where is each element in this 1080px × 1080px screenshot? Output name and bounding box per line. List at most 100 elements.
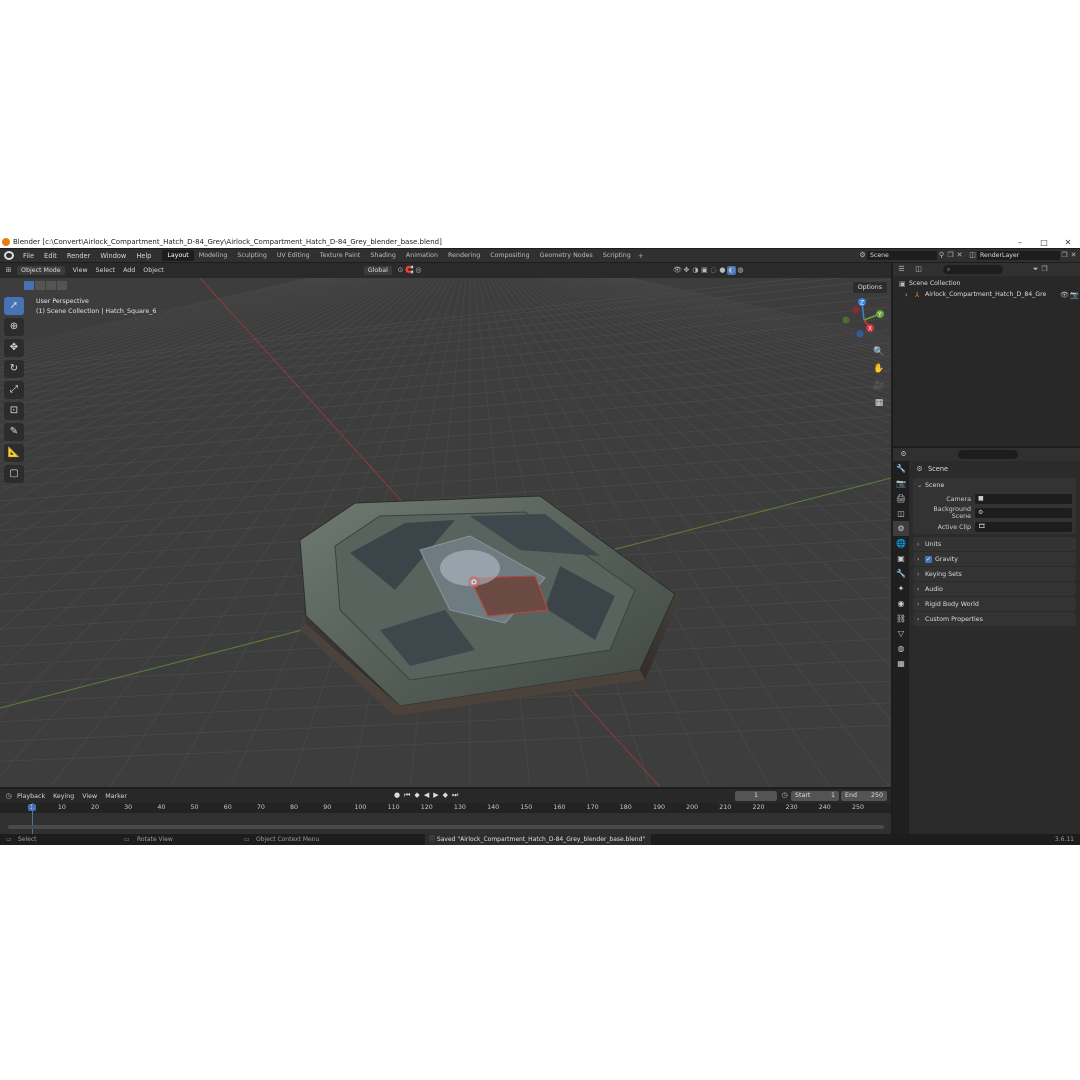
menu-edit[interactable]: Edit xyxy=(39,252,62,260)
timeline-menu-view[interactable]: View xyxy=(78,793,101,800)
scene-field[interactable]: Scene xyxy=(867,251,937,260)
timeline-menu-keying[interactable]: Keying xyxy=(49,793,78,800)
tab-rendering[interactable]: Rendering xyxy=(443,250,485,261)
menu-file[interactable]: File xyxy=(18,252,39,260)
tab-geometry-nodes[interactable]: Geometry Nodes xyxy=(535,250,598,261)
scene-panel-header[interactable]: ⌄ Scene xyxy=(913,478,1076,492)
start-frame-field[interactable]: Start 1 xyxy=(791,791,839,801)
outliner-row-object[interactable]: › ⅄ Airlock_Compartment_Hatch_D_84_Gre 👁… xyxy=(893,289,1080,300)
shading-material-icon[interactable]: ◐ xyxy=(726,266,736,275)
render-tab-icon[interactable]: 📷 xyxy=(893,476,909,491)
camera-view-icon[interactable]: 🎥 xyxy=(872,379,886,393)
pin-icon[interactable]: ⚲ xyxy=(937,251,946,260)
prev-keyframe-icon[interactable]: ◆ xyxy=(414,791,419,800)
delete-layer-icon[interactable]: ✕ xyxy=(1069,251,1078,260)
clock-icon[interactable]: ◷ xyxy=(780,791,789,800)
outliner-editor-icon[interactable]: ☰ xyxy=(897,265,906,274)
add-cube-tool-icon[interactable]: ▢ xyxy=(4,465,24,483)
play-icon[interactable]: ▶ xyxy=(433,791,438,800)
overlay-toggle-icon[interactable]: ◑ xyxy=(691,266,700,275)
new-layer-icon[interactable]: ❐ xyxy=(1060,251,1069,260)
pivot-icon[interactable]: ⊙ xyxy=(396,266,405,275)
tab-layout[interactable]: Layout xyxy=(162,250,194,261)
camera-field[interactable]: ■ xyxy=(975,494,1072,504)
gravity-checkbox[interactable]: ✓ xyxy=(925,555,932,563)
viewport-menu-view[interactable]: View xyxy=(69,267,92,274)
annotate-tool-icon[interactable]: ✎ xyxy=(4,423,24,441)
new-collection-icon[interactable]: ❐ xyxy=(1040,265,1049,274)
outliner-row-scene-collection[interactable]: ▣ Scene Collection xyxy=(893,278,1080,289)
xray-icon[interactable]: ▣ xyxy=(700,266,709,275)
tab-compositing[interactable]: Compositing xyxy=(485,250,534,261)
navigation-gizmo[interactable]: Z Y X xyxy=(840,296,888,344)
audio-panel[interactable]: › Audio xyxy=(913,582,1076,596)
viewport-menu-select[interactable]: Select xyxy=(92,267,119,274)
measure-tool-icon[interactable]: 📐 xyxy=(4,444,24,462)
gravity-panel[interactable]: › ✓ Gravity xyxy=(913,552,1076,566)
end-frame-field[interactable]: End 250 xyxy=(841,791,887,801)
select-extend-icon[interactable] xyxy=(35,281,45,290)
scale-tool-icon[interactable]: ⤢ xyxy=(4,381,24,399)
view-layer-selector[interactable]: ◫ RenderLayer ❐ ✕ xyxy=(968,251,1078,260)
delete-scene-icon[interactable]: ✕ xyxy=(955,251,964,260)
transform-tool-icon[interactable]: ⊡ xyxy=(4,402,24,420)
background-scene-field[interactable]: ⚙ xyxy=(975,508,1072,518)
viewport-menu-object[interactable]: Object xyxy=(139,267,168,274)
playhead[interactable] xyxy=(32,803,33,834)
gravity-panel-header[interactable]: › ✓ Gravity xyxy=(913,552,1076,566)
zoom-icon[interactable]: 🔍 xyxy=(872,345,886,359)
object-mode-dropdown[interactable]: Object Mode xyxy=(17,266,65,275)
particles-tab-icon[interactable]: ✦ xyxy=(893,581,909,596)
rigid-body-world-panel-header[interactable]: › Rigid Body World xyxy=(913,597,1076,611)
scene-tab-icon[interactable]: ⚙ xyxy=(893,521,909,536)
timeline-editor-icon[interactable]: ◷ xyxy=(4,792,13,801)
texture-tab-icon[interactable]: ▦ xyxy=(893,656,909,671)
jump-start-icon[interactable]: ⏮ xyxy=(404,791,410,800)
shading-rendered-icon[interactable]: ◍ xyxy=(736,266,745,275)
modifier-tab-icon[interactable]: 🔧 xyxy=(893,566,909,581)
cursor-tool-icon[interactable]: ⊕ xyxy=(4,318,24,336)
tab-modeling[interactable]: Modeling xyxy=(194,250,233,261)
shading-solid-icon[interactable]: ● xyxy=(718,266,727,275)
tab-animation[interactable]: Animation xyxy=(401,250,443,261)
proportional-edit-icon[interactable]: ◎ xyxy=(414,266,423,275)
tab-sculpting[interactable]: Sculpting xyxy=(232,250,271,261)
rotate-tool-icon[interactable]: ↻ xyxy=(4,360,24,378)
constraints-tab-icon[interactable]: ⛓ xyxy=(893,611,909,626)
tab-texture-paint[interactable]: Texture Paint xyxy=(315,250,366,261)
material-tab-icon[interactable]: ◍ xyxy=(893,641,909,656)
object-tab-icon[interactable]: ▣ xyxy=(893,551,909,566)
play-reverse-icon[interactable]: ◀ xyxy=(424,791,429,800)
3d-viewport[interactable]: ➚ ⊕ ✥ ↻ ⤢ ⊡ ✎ 📐 ▢ User Perspective (1) S… xyxy=(0,278,891,787)
display-mode-icon[interactable]: ◫ xyxy=(914,265,923,274)
keying-sets-panel-header[interactable]: › Keying Sets xyxy=(913,567,1076,581)
view-layer-tab-icon[interactable]: ◫ xyxy=(893,506,909,521)
hatch-model[interactable] xyxy=(299,495,680,716)
render-camera-icon[interactable]: 📷 xyxy=(1070,291,1080,299)
select-new-icon[interactable] xyxy=(24,281,34,290)
scene-selector[interactable]: ⚙ Scene ⚲ ❐ ✕ xyxy=(858,251,964,260)
view-layer-field[interactable]: RenderLayer xyxy=(977,251,1060,260)
shading-wireframe-icon[interactable]: ◌ xyxy=(709,266,718,275)
jump-end-icon[interactable]: ⏭ xyxy=(452,791,458,800)
frame-ruler[interactable]: 1102030405060708090100110120130140150160… xyxy=(0,803,891,813)
select-tool-icon[interactable]: ➚ xyxy=(4,297,24,315)
gizmo-toggle-icon[interactable]: ✥ xyxy=(682,266,691,275)
next-keyframe-icon[interactable]: ◆ xyxy=(443,791,448,800)
filter-icon[interactable]: ⏷ xyxy=(1031,265,1040,274)
timeline-menu-marker[interactable]: Marker xyxy=(101,793,131,800)
menu-render[interactable]: Render xyxy=(62,252,95,260)
tool-tab-icon[interactable]: 🔧 xyxy=(893,461,909,476)
custom-properties-panel-header[interactable]: › Custom Properties xyxy=(913,612,1076,626)
menu-help[interactable]: Help xyxy=(131,252,156,260)
properties-search-input[interactable] xyxy=(958,450,1018,459)
ortho-grid-icon[interactable]: ▦ xyxy=(872,396,886,410)
current-frame-field[interactable]: 1 xyxy=(735,791,777,801)
units-panel[interactable]: › Units xyxy=(913,537,1076,551)
audio-panel-header[interactable]: › Audio xyxy=(913,582,1076,596)
output-tab-icon[interactable]: 🖨 xyxy=(893,491,909,506)
snap-icon[interactable]: 🧲 xyxy=(405,266,414,275)
custom-properties-panel[interactable]: › Custom Properties xyxy=(913,612,1076,626)
timeline-scrollbar[interactable] xyxy=(8,825,884,829)
outliner-search-input[interactable]: ⌕ xyxy=(943,265,1003,274)
